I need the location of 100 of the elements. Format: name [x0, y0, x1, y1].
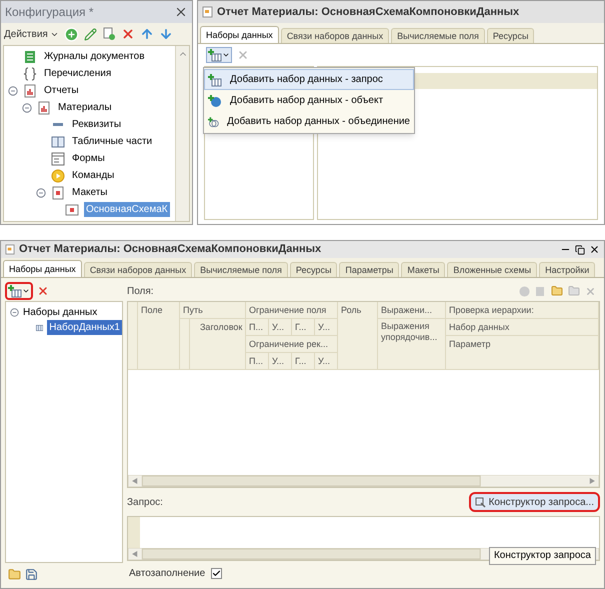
table-header-cell: Проверка иерархии:: [446, 302, 599, 319]
tree-item[interactable]: Команды: [70, 168, 116, 183]
folder-icon[interactable]: [8, 568, 21, 580]
magnifier-icon: [474, 496, 486, 508]
add-dataset-button[interactable]: [206, 47, 232, 63]
table-header-cell: Путь: [180, 302, 246, 319]
table-header-cell: [180, 319, 190, 370]
fields-label: Поля:: [127, 284, 154, 298]
table-header-cell: Выражения упорядочив...: [378, 319, 446, 370]
table-header-cell: П...: [246, 319, 269, 336]
query-label: Запрос:: [127, 496, 163, 510]
tree-item[interactable]: Журналы документов: [42, 49, 147, 64]
play-circle-icon: [51, 168, 65, 182]
tab[interactable]: Вычисляемые поля: [194, 262, 288, 277]
braces-icon: [23, 66, 37, 80]
document-icon: [5, 244, 15, 255]
tab[interactable]: Настройки: [539, 262, 596, 277]
window-title: Отчет Материалы: ОсновнаяСхемаКомпоновкиДанных: [19, 242, 322, 258]
table-header-cell: Г...: [292, 319, 315, 336]
collapse-toggle-icon[interactable]: [8, 86, 18, 96]
table-icon: [51, 134, 65, 148]
table-header-cell: Поле: [138, 302, 180, 370]
vertical-scrollbar[interactable]: [175, 46, 189, 221]
tab[interactable]: Наборы данных: [3, 260, 82, 277]
table-header-cell: Набор данных: [446, 319, 599, 336]
tree-item[interactable]: Макеты: [70, 185, 110, 200]
delete-icon[interactable]: [120, 27, 135, 41]
query-builder-button[interactable]: Конструктор запроса...: [468, 492, 600, 512]
tree-item[interactable]: Наборы данных: [23, 305, 98, 320]
menu-item[interactable]: Добавить набор данных - объект: [204, 90, 414, 111]
collapse-toggle-icon[interactable]: [10, 308, 19, 317]
add-union-icon: [208, 114, 220, 128]
delete-icon[interactable]: [237, 49, 249, 61]
table-header-cell: П...: [246, 353, 269, 370]
tab[interactable]: Макеты: [401, 262, 446, 277]
layout-icon: [65, 202, 79, 216]
close-icon[interactable]: [174, 5, 188, 19]
horizontal-scrollbar[interactable]: [128, 475, 599, 487]
tab[interactable]: Связи наборов данных: [280, 28, 390, 43]
move-up-icon[interactable]: [140, 27, 154, 41]
table-header-cell: [128, 302, 138, 370]
menu-item[interactable]: Добавить набор данных - запрос: [204, 69, 414, 90]
folder-icon[interactable]: [551, 285, 563, 297]
tree-item[interactable]: Материалы: [56, 100, 114, 115]
save-icon[interactable]: [25, 568, 38, 580]
table-header-cell: Ограничение поля: [246, 302, 338, 319]
close-icon[interactable]: [589, 244, 600, 255]
move-down-icon[interactable]: [158, 27, 173, 41]
copy-document-icon[interactable]: [102, 27, 116, 41]
restore-icon[interactable]: [575, 244, 585, 254]
form-icon: [51, 152, 65, 166]
table-header-cell: У...: [269, 319, 292, 336]
tree-item[interactable]: Отчеты: [42, 83, 81, 98]
table-header-cell: У...: [315, 319, 338, 336]
tab[interactable]: Вычисляемые поля: [391, 28, 485, 43]
add-ball-icon: [208, 94, 222, 108]
report-icon: [23, 84, 37, 98]
actions-menu-button[interactable]: Действия: [4, 26, 59, 42]
caret-icon: [222, 51, 230, 59]
tree-item[interactable]: Перечисления: [42, 66, 114, 81]
tab[interactable]: Ресурсы: [486, 28, 534, 43]
tab[interactable]: Наборы данных: [200, 26, 279, 43]
collapse-toggle-icon[interactable]: [36, 188, 46, 198]
table-header-cell: У...: [269, 353, 292, 370]
menu-item[interactable]: Добавить набор данных - объединение: [204, 111, 414, 132]
add-icon[interactable]: [64, 26, 79, 42]
tab[interactable]: Связи наборов данных: [84, 262, 192, 277]
table-header-cell: Ограничение рек...: [246, 336, 338, 353]
table-header-cell: У...: [315, 353, 338, 370]
tree-item[interactable]: НаборДанных1: [47, 320, 122, 335]
tooltip: Конструктор запроса: [488, 547, 596, 565]
window-title: Отчет Материалы: ОсновнаяСхемаКомпоновкиДанных: [217, 4, 520, 20]
table-header-cell: Заголовок: [190, 319, 246, 370]
add-table-icon: [208, 72, 222, 86]
tree-item[interactable]: Формы: [70, 151, 107, 166]
table-header-cell: Выражени...: [378, 302, 446, 319]
tab[interactable]: Ресурсы: [290, 262, 338, 277]
document-icon: [202, 6, 213, 18]
tab[interactable]: Вложенные схемы: [447, 262, 538, 277]
table-header-cell: Роль: [338, 302, 378, 370]
autofill-label: Автозаполнение: [129, 566, 206, 580]
add-table-icon: [208, 48, 222, 62]
table-header-cell: Параметр: [446, 336, 599, 370]
panel-title: Конфигурация *: [5, 4, 94, 21]
journal-icon: [23, 50, 37, 64]
line-number-gutter: [128, 517, 140, 548]
report-icon: [37, 100, 51, 114]
autofill-checkbox[interactable]: [211, 568, 222, 578]
dash-icon: [53, 123, 63, 126]
add-table-icon: [8, 284, 22, 298]
caret-icon: [22, 287, 30, 295]
tab[interactable]: Параметры: [339, 262, 400, 277]
delete-icon[interactable]: [37, 285, 49, 297]
pencil-icon[interactable]: [84, 28, 97, 40]
table-icon: [36, 322, 44, 332]
collapse-toggle-icon[interactable]: [22, 102, 32, 112]
tree-item[interactable]: Реквизиты: [70, 117, 124, 132]
table-header-cell: Г...: [292, 353, 315, 370]
tree-item[interactable]: Табличные части: [70, 134, 154, 149]
layout-icon: [51, 186, 65, 200]
